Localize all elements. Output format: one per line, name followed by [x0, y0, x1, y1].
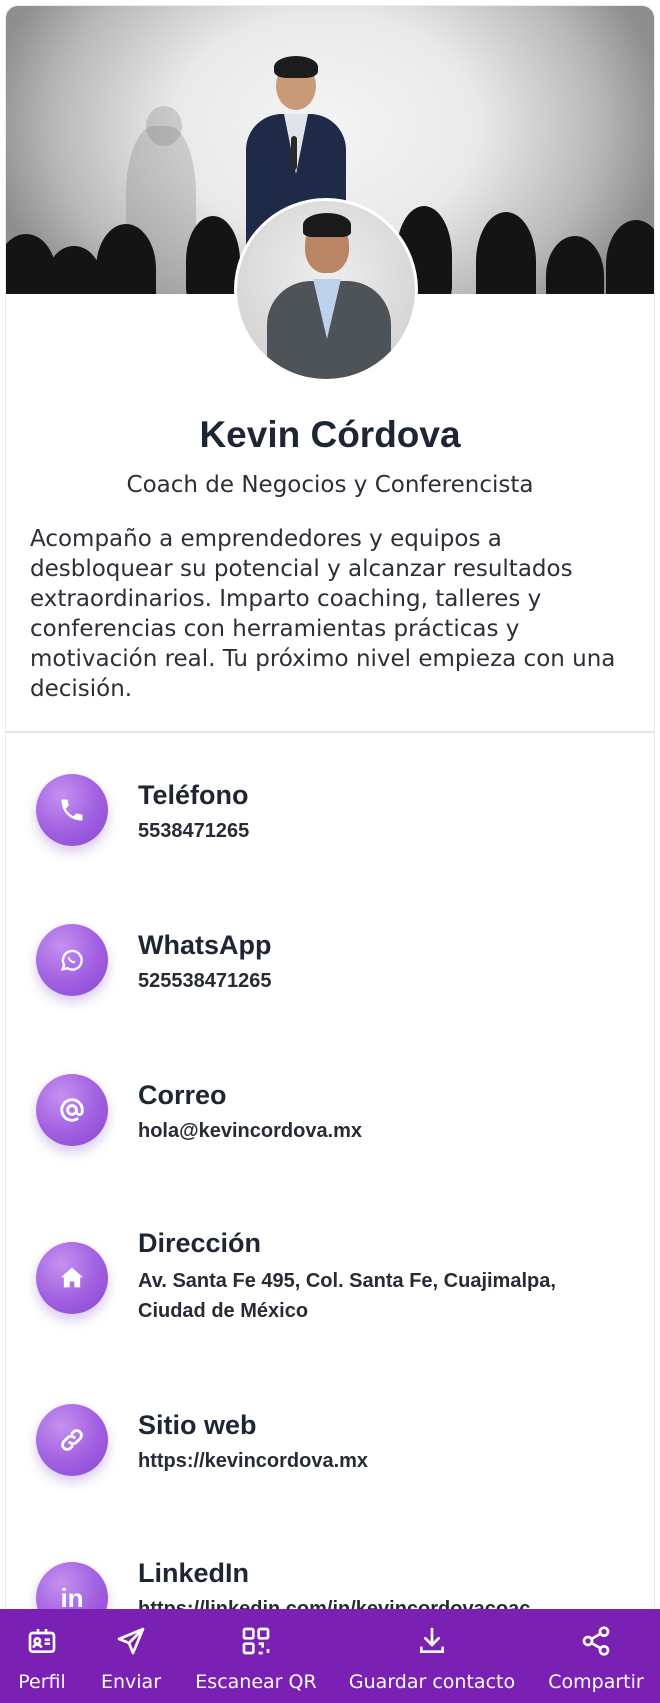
share-icon: [582, 1626, 610, 1656]
nav-label: Perfil: [18, 1671, 66, 1693]
whatsapp-icon: [36, 924, 108, 996]
profile-bio: Acompaño a emprendedores y equipos a des…: [30, 526, 616, 702]
contact-title: WhatsApp: [138, 930, 272, 960]
nav-profile[interactable]: Perfil: [12, 1609, 72, 1703]
contact-value: 525538471265: [138, 970, 272, 992]
profile-role: Coach de Negocios y Conferencista: [126, 472, 534, 498]
contact-value: 5538471265: [138, 820, 250, 842]
contact-phone[interactable]: Teléfono 5538471265: [6, 764, 654, 874]
at-icon: [36, 1074, 108, 1146]
bottom-nav: Perfil Enviar Escanear QR Guardar contac…: [0, 1609, 660, 1703]
contact-title: Sitio web: [138, 1410, 257, 1440]
contact-value: Av. Santa Fe 495, Col. Santa Fe, Cuajima…: [138, 1270, 556, 1322]
contact-title: Correo: [138, 1080, 227, 1110]
contact-value: hola@kevincordova.mx: [138, 1120, 363, 1142]
contact-value: https://kevincordova.mx: [138, 1450, 369, 1472]
contact-website[interactable]: Sitio web https://kevincordova.mx: [6, 1394, 654, 1504]
contact-title: Dirección: [138, 1228, 262, 1258]
contact-title: LinkedIn: [138, 1558, 250, 1588]
nav-label: Escanear QR: [195, 1671, 317, 1693]
phone-icon: [36, 774, 108, 846]
link-icon: [36, 1404, 108, 1476]
send-icon: [117, 1627, 145, 1655]
profile-card: Kevin Córdova Coach de Negocios y Confer…: [6, 6, 654, 1703]
nav-share[interactable]: Compartir: [546, 1609, 646, 1703]
nav-label: Compartir: [548, 1671, 644, 1693]
contact-email[interactable]: Correo hola@kevincordova.mx: [6, 1064, 654, 1174]
qr-icon: [242, 1627, 270, 1655]
profile-name: Kevin Córdova: [199, 414, 461, 455]
nav-send[interactable]: Enviar: [96, 1609, 166, 1703]
download-icon: [420, 1627, 444, 1653]
avatar: [234, 198, 418, 382]
divider: [6, 731, 654, 733]
contact-title: Teléfono: [138, 780, 249, 810]
nav-label: Enviar: [100, 1671, 162, 1693]
contact-whatsapp[interactable]: WhatsApp 525538471265: [6, 914, 654, 1024]
nav-save-contact[interactable]: Guardar contacto: [348, 1609, 516, 1703]
nav-scan-qr[interactable]: Escanear QR: [192, 1609, 320, 1703]
profile-card-icon: [28, 1629, 56, 1653]
nav-label: Guardar contacto: [348, 1671, 516, 1693]
contact-address[interactable]: Dirección Av. Santa Fe 495, Col. Santa F…: [6, 1226, 654, 1356]
home-icon: [36, 1242, 108, 1314]
